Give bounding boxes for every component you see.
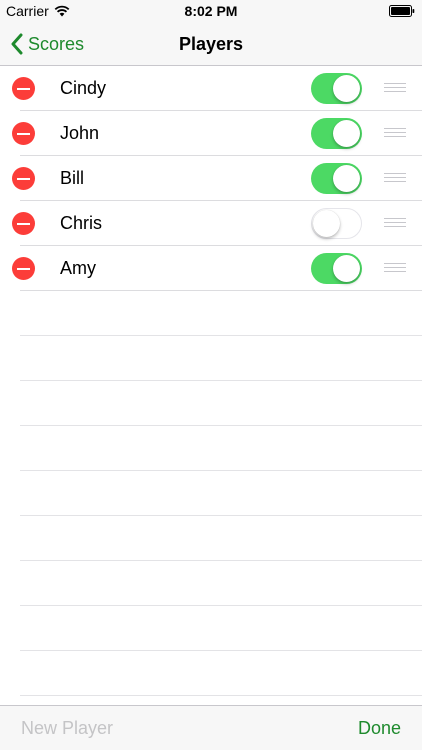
status-bar: Carrier 8:02 PM bbox=[0, 0, 422, 22]
reorder-handle-icon[interactable] bbox=[384, 83, 406, 93]
delete-control-icon[interactable] bbox=[12, 257, 35, 280]
empty-row-separator bbox=[0, 291, 422, 336]
player-name: Cindy bbox=[60, 78, 107, 98]
toggle-knob bbox=[333, 255, 360, 282]
empty-row-separator bbox=[0, 381, 422, 426]
delete-control-icon[interactable] bbox=[12, 167, 35, 190]
empty-row-separator bbox=[0, 336, 422, 381]
empty-row-separator bbox=[0, 561, 422, 606]
new-player-button[interactable]: New Player bbox=[21, 706, 113, 750]
player-row: Amy bbox=[0, 246, 422, 291]
player-enabled-toggle[interactable] bbox=[311, 118, 362, 149]
empty-row-separator bbox=[0, 651, 422, 696]
delete-control-icon[interactable] bbox=[12, 77, 35, 100]
player-enabled-toggle[interactable] bbox=[311, 73, 362, 104]
empty-row-separator bbox=[0, 471, 422, 516]
toggle-knob bbox=[313, 209, 340, 237]
empty-row-separator bbox=[0, 516, 422, 561]
navigation-bar: Scores Players bbox=[0, 22, 422, 66]
players-screen: Carrier 8:02 PM Scores Players Cindy Joh… bbox=[0, 0, 422, 750]
player-name: Bill bbox=[60, 168, 85, 188]
player-row: Bill bbox=[0, 156, 422, 201]
player-list: Cindy John Bill Chris Amy bbox=[0, 66, 422, 696]
reorder-handle-icon[interactable] bbox=[384, 128, 406, 138]
player-enabled-toggle[interactable] bbox=[311, 208, 362, 239]
empty-row-separator bbox=[0, 426, 422, 471]
toggle-knob bbox=[333, 75, 360, 102]
player-row: Chris bbox=[0, 201, 422, 246]
battery-icon bbox=[389, 5, 415, 17]
player-name: Amy bbox=[60, 258, 96, 278]
reorder-handle-icon[interactable] bbox=[384, 218, 406, 228]
page-title: Players bbox=[178, 34, 244, 54]
reorder-handle-icon[interactable] bbox=[384, 173, 406, 183]
player-enabled-toggle[interactable] bbox=[311, 163, 362, 194]
player-name: John bbox=[60, 123, 100, 143]
player-name: Chris bbox=[60, 213, 103, 233]
player-enabled-toggle[interactable] bbox=[311, 253, 362, 284]
reorder-handle-icon[interactable] bbox=[384, 263, 406, 273]
delete-control-icon[interactable] bbox=[12, 122, 35, 145]
empty-row-separator bbox=[0, 606, 422, 651]
player-row: John bbox=[0, 111, 422, 156]
status-time: 8:02 PM bbox=[184, 3, 238, 19]
toggle-knob bbox=[333, 165, 360, 192]
delete-control-icon[interactable] bbox=[12, 212, 35, 235]
toggle-knob bbox=[333, 120, 360, 147]
done-button[interactable]: Done bbox=[358, 706, 401, 750]
bottom-toolbar: New Player Done bbox=[0, 705, 422, 750]
player-row: Cindy bbox=[0, 66, 422, 111]
